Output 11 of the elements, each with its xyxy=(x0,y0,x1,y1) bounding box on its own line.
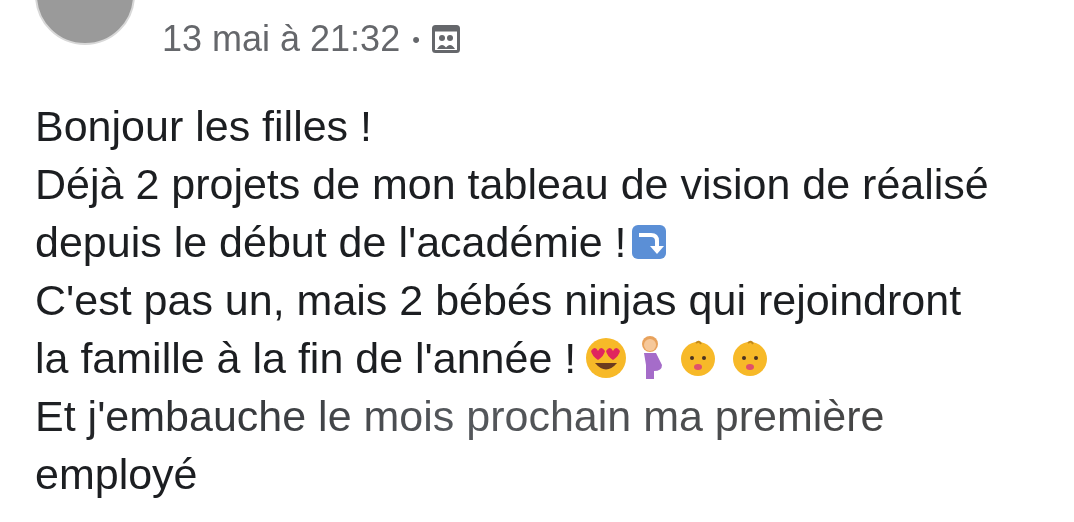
post-text-line: C'est pas un, mais 2 bébés ninjas qui rejoindront xyxy=(35,275,962,326)
post-text-line: Bonjour les filles ! xyxy=(35,101,372,152)
post-text-line: depuis le début de l'académie ! xyxy=(35,217,627,268)
separator-dot: • xyxy=(412,25,420,54)
post-text-line: la famille à la fin de l'année ! xyxy=(35,333,577,384)
post-text-line: employé xyxy=(35,449,198,500)
heart-eyes-emoji-icon xyxy=(584,336,629,380)
curved-arrow-emoji-icon xyxy=(630,224,667,260)
group-photo-icon xyxy=(431,25,460,53)
post-timestamp: 13 mai à 21:32 xyxy=(162,17,401,61)
post-text-line: Déjà 2 projets de mon tableau de vision de réalisé xyxy=(35,159,989,210)
